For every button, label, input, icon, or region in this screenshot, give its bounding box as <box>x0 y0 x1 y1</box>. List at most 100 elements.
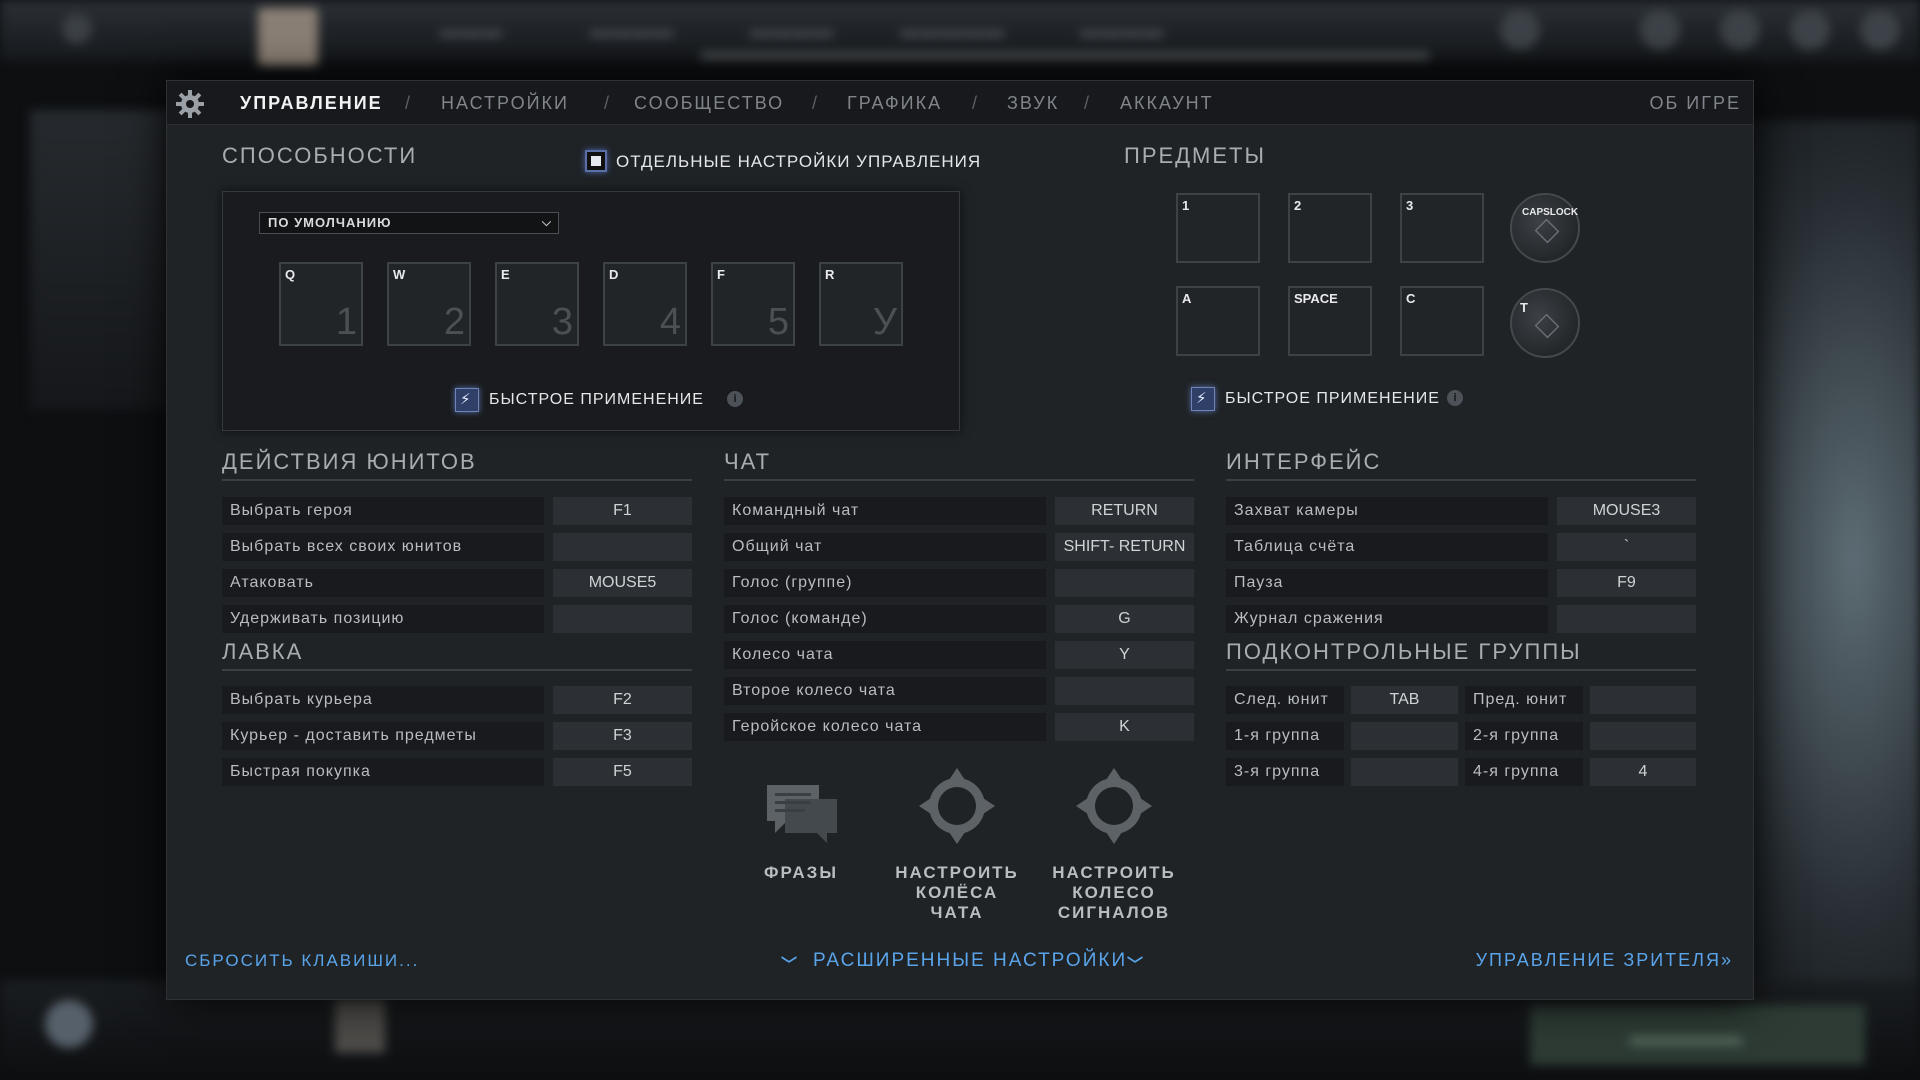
quickcast-label: БЫСТРОЕ ПРИМЕНЕНИЕ <box>489 391 704 408</box>
tab-graphics[interactable]: ГРАФИКА <box>847 93 942 114</box>
keybind-row[interactable]: Выбрать героя F1 <box>222 497 692 525</box>
keybind-value[interactable] <box>1055 569 1194 597</box>
chat-wheel-icon[interactable] <box>917 766 997 846</box>
keybind-value[interactable] <box>553 533 692 561</box>
signal-wheel-icon[interactable] <box>1074 766 1154 846</box>
tab-settings[interactable]: НАСТРОЙКИ <box>441 93 569 114</box>
item-slot[interactable]: A <box>1176 286 1260 356</box>
keybind-value[interactable] <box>553 605 692 633</box>
ability-key-slot[interactable]: F 5 <box>711 262 795 346</box>
keybind-row[interactable]: Общий чат SHIFT- RETURN <box>724 533 1194 561</box>
keybind-label: Журнал сражения <box>1226 605 1548 633</box>
phrases-label[interactable]: ФРАЗЫ <box>731 863 871 883</box>
tab-community[interactable]: СООБЩЕСТВО <box>634 93 784 114</box>
keybind-value[interactable]: 4 <box>1590 758 1696 786</box>
keybind-value[interactable]: F5 <box>553 758 692 786</box>
keybind-value[interactable]: F2 <box>553 686 692 714</box>
keybind-value[interactable]: TAB <box>1351 686 1458 714</box>
keybind-value[interactable] <box>1351 722 1458 750</box>
keybind-value[interactable]: SHIFT- RETURN <box>1055 533 1194 561</box>
teleport-slot[interactable]: T <box>1510 288 1580 358</box>
keybind-value[interactable]: Y <box>1055 641 1194 669</box>
spectator-controls-link[interactable]: УПРАВЛЕНИЕ ЗРИТЕЛЯ» <box>1476 950 1733 971</box>
keybind-label: Выбрать героя <box>222 497 544 525</box>
keybind-row[interactable]: Второе колесо чата <box>724 677 1194 705</box>
tab-sound[interactable]: ЗВУК <box>1007 93 1059 114</box>
keybind-label: Пауза <box>1226 569 1548 597</box>
item-hotkey: 2 <box>1294 198 1302 213</box>
keybind-row[interactable]: 1-я группа 2-я группа <box>1226 722 1696 750</box>
ability-key-slot[interactable]: R У <box>819 262 903 346</box>
keybind-row[interactable]: Журнал сражения <box>1226 605 1696 633</box>
ability-hotkey: Q <box>285 267 296 282</box>
advanced-settings-link[interactable]: РАСШИРЕННЫЕ НАСТРОЙКИ <box>813 950 1127 972</box>
keybind-value[interactable] <box>1590 686 1696 714</box>
ability-key-slot[interactable]: E 3 <box>495 262 579 346</box>
tab-separator: / <box>972 93 978 113</box>
client-logo <box>258 8 318 66</box>
item-slot[interactable]: C <box>1400 286 1484 356</box>
abilities-quickcast-toggle[interactable]: БЫСТРОЕ ПРИМЕНЕНИЕ i <box>455 388 755 412</box>
keybind-value[interactable]: F1 <box>553 497 692 525</box>
item-slot[interactable]: 2 <box>1288 193 1372 263</box>
keybind-value[interactable]: K <box>1055 713 1194 741</box>
teleport-hotkey: T <box>1520 300 1528 315</box>
client-icon <box>1790 10 1830 50</box>
signal-wheel-label[interactable]: НАСТРОИТЬ КОЛЕСО СИГНАЛОВ <box>1044 863 1184 923</box>
keybind-row[interactable]: Командный чат RETURN <box>724 497 1194 525</box>
tab-controls[interactable]: УПРАВЛЕНИЕ <box>240 93 383 114</box>
keybind-row[interactable]: Захват камеры MOUSE3 <box>1226 497 1696 525</box>
keybind-row[interactable]: Голос (команде) G <box>724 605 1194 633</box>
client-nav-blur: ▬▬▬▬ <box>750 20 834 42</box>
divider <box>1226 669 1696 671</box>
ability-key-slot[interactable]: D 4 <box>603 262 687 346</box>
keybind-row[interactable]: Геройское колесо чата K <box>724 713 1194 741</box>
reset-keys-link[interactable]: СБРОСИТЬ КЛАВИШИ... <box>185 951 419 971</box>
keybind-row[interactable]: Быстрая покупка F5 <box>222 758 692 786</box>
keybind-value[interactable]: MOUSE5 <box>553 569 692 597</box>
tab-account[interactable]: АККАУНТ <box>1120 93 1214 114</box>
tab-separator: / <box>1084 93 1090 113</box>
keybind-value[interactable]: RETURN <box>1055 497 1194 525</box>
keybind-value[interactable]: F3 <box>553 722 692 750</box>
keybind-row[interactable]: Атаковать MOUSE5 <box>222 569 692 597</box>
keybind-row[interactable]: Выбрать курьера F2 <box>222 686 692 714</box>
keybind-row[interactable]: Колесо чата Y <box>724 641 1194 669</box>
item-slot[interactable]: SPACE <box>1288 286 1372 356</box>
keybind-row[interactable]: Выбрать всех своих юнитов <box>222 533 692 561</box>
keybind-row[interactable]: Удерживать позицию <box>222 605 692 633</box>
preset-dropdown[interactable]: ПО УМОЛЧАНИЮ ⌵ <box>259 212 559 234</box>
keybind-value[interactable]: MOUSE3 <box>1557 497 1696 525</box>
item-slot[interactable]: 1 <box>1176 193 1260 263</box>
ability-key-slot[interactable]: Q 1 <box>279 262 363 346</box>
tab-about[interactable]: ОБ ИГРЕ <box>1649 93 1741 114</box>
client-nav-blur: ▬▬▬ <box>440 20 503 42</box>
keybind-row[interactable]: Таблица счёта ` <box>1226 533 1696 561</box>
item-hotkey: C <box>1406 291 1416 306</box>
keybind-row[interactable]: Курьер - доставить предметы F3 <box>222 722 692 750</box>
keybind-row[interactable]: Пауза F9 <box>1226 569 1696 597</box>
keybind-value[interactable] <box>1055 677 1194 705</box>
item-slot[interactable]: 3 <box>1400 193 1484 263</box>
info-icon[interactable]: i <box>727 391 743 407</box>
keybind-value[interactable]: ` <box>1557 533 1696 561</box>
chat-wheels-label[interactable]: НАСТРОИТЬ КОЛЁСА ЧАТА <box>887 863 1027 923</box>
keybind-row[interactable]: След. юнит TAB Пред. юнит <box>1226 686 1696 714</box>
phrases-icon[interactable] <box>761 771 841 851</box>
chevron-down-icon[interactable]: ﹀ <box>781 951 797 975</box>
info-icon[interactable]: i <box>1447 390 1463 406</box>
abilities-title: СПОСОБНОСТИ <box>222 143 418 168</box>
client-icon <box>1720 10 1760 50</box>
keybind-value[interactable]: F9 <box>1557 569 1696 597</box>
keybind-value[interactable] <box>1557 605 1696 633</box>
keybind-value[interactable] <box>1351 758 1458 786</box>
separate-controls-checkbox[interactable] <box>585 150 607 172</box>
ability-key-slot[interactable]: W 2 <box>387 262 471 346</box>
keybind-value[interactable]: G <box>1055 605 1194 633</box>
keybind-row[interactable]: 3-я группа 4-я группа 4 <box>1226 758 1696 786</box>
neutral-item-slot[interactable]: CAPSLOCK <box>1510 193 1580 263</box>
keybind-row[interactable]: Голос (группе) <box>724 569 1194 597</box>
items-quickcast-toggle[interactable]: БЫСТРОЕ ПРИМЕНЕНИЕ i <box>1191 387 1491 411</box>
chevron-down-icon[interactable]: ﹀ <box>1127 951 1143 975</box>
keybind-value[interactable] <box>1590 722 1696 750</box>
